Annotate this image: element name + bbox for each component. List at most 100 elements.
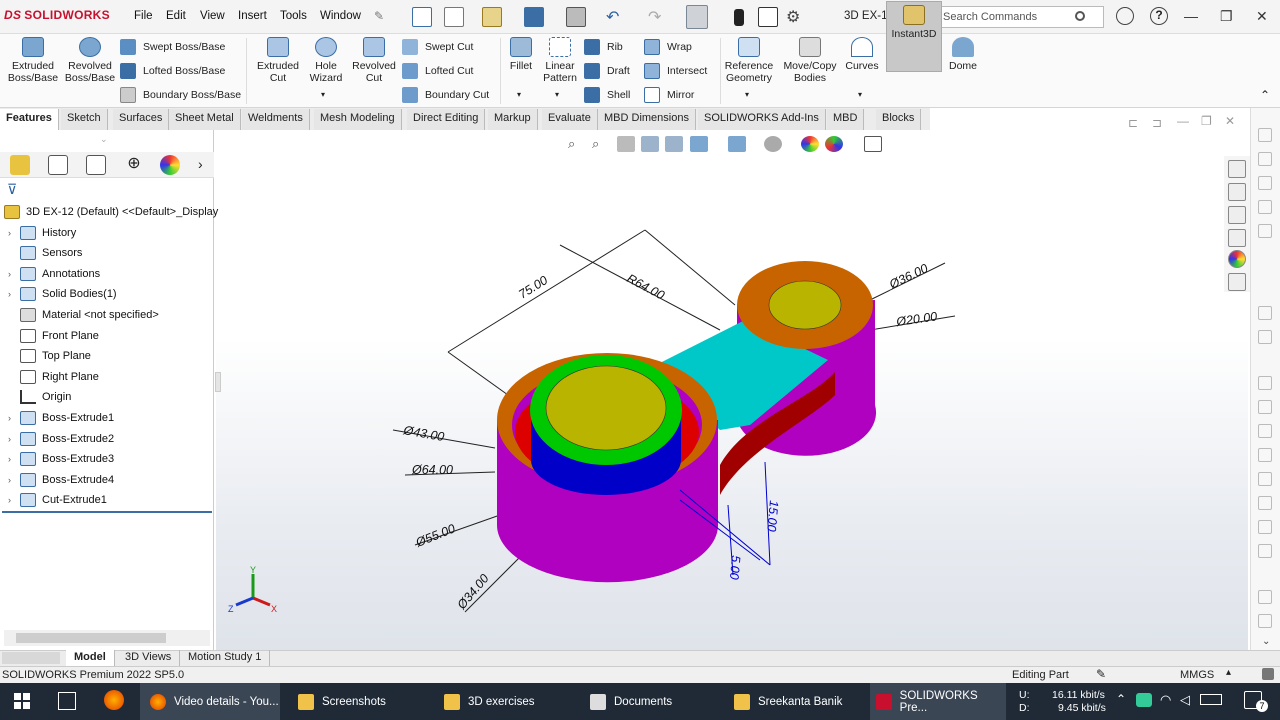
dim-d36[interactable]: Ø36.00 — [886, 261, 930, 292]
property-manager-tab-icon[interactable] — [48, 155, 68, 175]
revolved-cut-button[interactable]: Revolved Cut — [348, 37, 400, 84]
mirror-button[interactable]: Mirror — [644, 87, 694, 103]
close-button[interactable]: ✕ — [1256, 8, 1268, 25]
tree-item-history[interactable]: › History — [8, 223, 76, 243]
undo-icon[interactable]: ↶ — [606, 7, 619, 27]
panel-expand-icon[interactable]: › — [198, 156, 203, 172]
collapse-ribbon-icon[interactable]: ⌃ — [1260, 88, 1270, 102]
shell-button[interactable]: Shell — [584, 87, 630, 103]
tree-item-origin[interactable]: Origin — [8, 387, 71, 407]
paste-icon[interactable] — [1258, 614, 1272, 628]
keyboard-icon[interactable] — [1200, 694, 1222, 705]
dome-button[interactable]: Dome — [944, 37, 982, 72]
tree-item-annotations[interactable]: › Annotations — [8, 264, 100, 284]
search-commands-input[interactable]: Search Commands — [918, 6, 1104, 28]
solidworks-logo[interactable]: DS SOLIDWORKS — [4, 8, 110, 22]
boundary-boss-button[interactable]: Boundary Boss/Base — [120, 87, 241, 103]
scrollbar-thumb[interactable] — [16, 633, 166, 643]
rectangle-tool-icon[interactable] — [1258, 224, 1272, 238]
next-window-icon[interactable]: ⊐ — [1152, 116, 1162, 130]
view-palette-icon[interactable] — [1228, 229, 1246, 247]
tab-mesh-modeling[interactable]: Mesh Modeling — [314, 109, 402, 130]
move-copy-bodies-button[interactable]: Move/Copy Bodies — [780, 37, 840, 84]
tab-mbd[interactable]: MBD — [827, 109, 865, 130]
annotation-tool-icon[interactable] — [1258, 424, 1272, 438]
select-arrow-icon[interactable] — [686, 5, 708, 29]
fillet-dropdown-icon[interactable]: ▾ — [517, 90, 521, 99]
weld-symbol-icon[interactable] — [1258, 472, 1272, 486]
dim-d55[interactable]: Ø55.00 — [413, 521, 457, 550]
tab-solidworks-addins[interactable]: SOLIDWORKS Add-Ins — [698, 109, 826, 130]
swept-boss-button[interactable]: Swept Boss/Base — [120, 39, 225, 55]
new-document-icon[interactable] — [444, 7, 464, 27]
tab-surfaces[interactable]: Surfaces — [113, 109, 170, 130]
restore-button[interactable]: ❐ — [1220, 8, 1233, 25]
tree-root-part[interactable]: 3D EX-12 (Default) <<Default>_Display — [4, 202, 218, 222]
tab-features[interactable]: Features — [0, 109, 59, 130]
tab-sheet-metal[interactable]: Sheet Metal — [169, 109, 241, 130]
wrap-button[interactable]: Wrap — [644, 39, 692, 55]
tree-item-boss-extrude2[interactable]: › Boss-Extrude2 — [8, 429, 114, 449]
tree-item-material[interactable]: Material <not specified> — [8, 305, 159, 325]
tree-item-sensors[interactable]: Sensors — [8, 243, 82, 263]
pattern-dropdown-icon[interactable]: ▾ — [555, 90, 559, 99]
taskbar-video-details[interactable]: Video details - You... — [140, 683, 280, 720]
dim-15[interactable]: 15.00 — [764, 500, 781, 532]
tab-3d-views[interactable]: 3D Views — [117, 650, 181, 666]
taskbar-3d-exercises[interactable]: 3D exercises — [436, 683, 576, 720]
save-icon[interactable] — [524, 7, 544, 27]
hole-wizard-button[interactable]: Hole Wizard — [304, 37, 348, 84]
tree-item-front-plane[interactable]: Front Plane — [8, 326, 99, 346]
volume-icon[interactable]: ◁ — [1180, 692, 1190, 708]
tab-scroll-arrows[interactable] — [2, 652, 60, 664]
datum-icon[interactable] — [1258, 496, 1272, 510]
smart-dimension-icon[interactable] — [1258, 448, 1272, 462]
file-explorer-icon[interactable] — [1228, 206, 1246, 224]
configuration-manager-tab-icon[interactable] — [86, 155, 106, 175]
part-model[interactable]: 75.00 R64.00 Ø36.00 Ø20.00 Ø43.00 Ø64.00… — [216, 130, 1248, 650]
solidworks-resources-icon[interactable] — [1228, 160, 1246, 178]
menu-edit[interactable]: Edit — [166, 10, 186, 22]
tab-evaluate[interactable]: Evaluate — [542, 109, 598, 130]
intersect-button[interactable]: Intersect — [644, 63, 707, 79]
feature-manager-tab-icon[interactable] — [10, 155, 30, 175]
task-view-icon[interactable] — [58, 692, 76, 710]
dim-5[interactable]: 5.00 — [727, 555, 743, 581]
hole-callout-icon[interactable] — [1258, 544, 1272, 558]
reference-geometry-button[interactable]: Reference Geometry — [724, 37, 774, 84]
rebuild-icon[interactable]: ✎ — [1096, 667, 1106, 681]
tree-item-boss-extrude4[interactable]: › Boss-Extrude4 — [8, 470, 114, 490]
open-folder-icon[interactable] — [482, 7, 502, 27]
doc-restore-icon[interactable]: ❐ — [1201, 114, 1212, 128]
fillet-button[interactable]: Fillet — [504, 37, 538, 72]
file-properties-icon[interactable] — [758, 7, 778, 27]
traffic-light-icon[interactable] — [734, 9, 744, 26]
dim-75[interactable]: 75.00 — [516, 273, 550, 301]
show-hidden-icons-icon[interactable]: ⌃ — [1116, 692, 1126, 706]
tab-direct-editing[interactable]: Direct Editing — [407, 109, 486, 130]
taskbar-screenshots[interactable]: Screenshots — [290, 683, 430, 720]
tab-motion-study[interactable]: Motion Study 1 — [180, 650, 271, 666]
extruded-boss-button[interactable]: Extruded Boss/Base — [6, 37, 60, 84]
tab-blocks[interactable]: Blocks — [876, 109, 922, 130]
tab-weldments[interactable]: Weldments — [242, 109, 310, 130]
hole-wizard-dropdown-icon[interactable]: ▾ — [321, 90, 325, 99]
minimize-button[interactable]: — — [1184, 8, 1198, 24]
draft-button[interactable]: Draft — [584, 63, 630, 79]
tab-markup[interactable]: Markup — [488, 109, 538, 130]
doc-close-icon[interactable]: ✕ — [1225, 114, 1235, 128]
search-icon[interactable] — [1075, 11, 1085, 21]
dim-d43[interactable]: Ø43.00 — [401, 423, 445, 444]
curves-dropdown-icon[interactable]: ▾ — [858, 90, 862, 99]
line-tool-icon[interactable] — [1258, 128, 1272, 142]
dim-r64[interactable]: R64.00 — [625, 271, 667, 302]
dim-d34[interactable]: Ø34.00 — [454, 571, 492, 612]
tree-item-cut-extrude1[interactable]: › Cut-Extrude1 — [8, 490, 107, 510]
menu-window[interactable]: Window — [320, 10, 361, 22]
panel-collapse-handle[interactable] — [215, 372, 221, 392]
note-tool-icon[interactable] — [1258, 400, 1272, 414]
dimxpert-tab-icon[interactable]: ⊕ — [124, 155, 144, 175]
units-dropdown-icon[interactable]: ▴ — [1226, 667, 1231, 678]
menu-view[interactable]: View — [200, 10, 225, 22]
appearances-icon[interactable] — [1228, 250, 1246, 268]
